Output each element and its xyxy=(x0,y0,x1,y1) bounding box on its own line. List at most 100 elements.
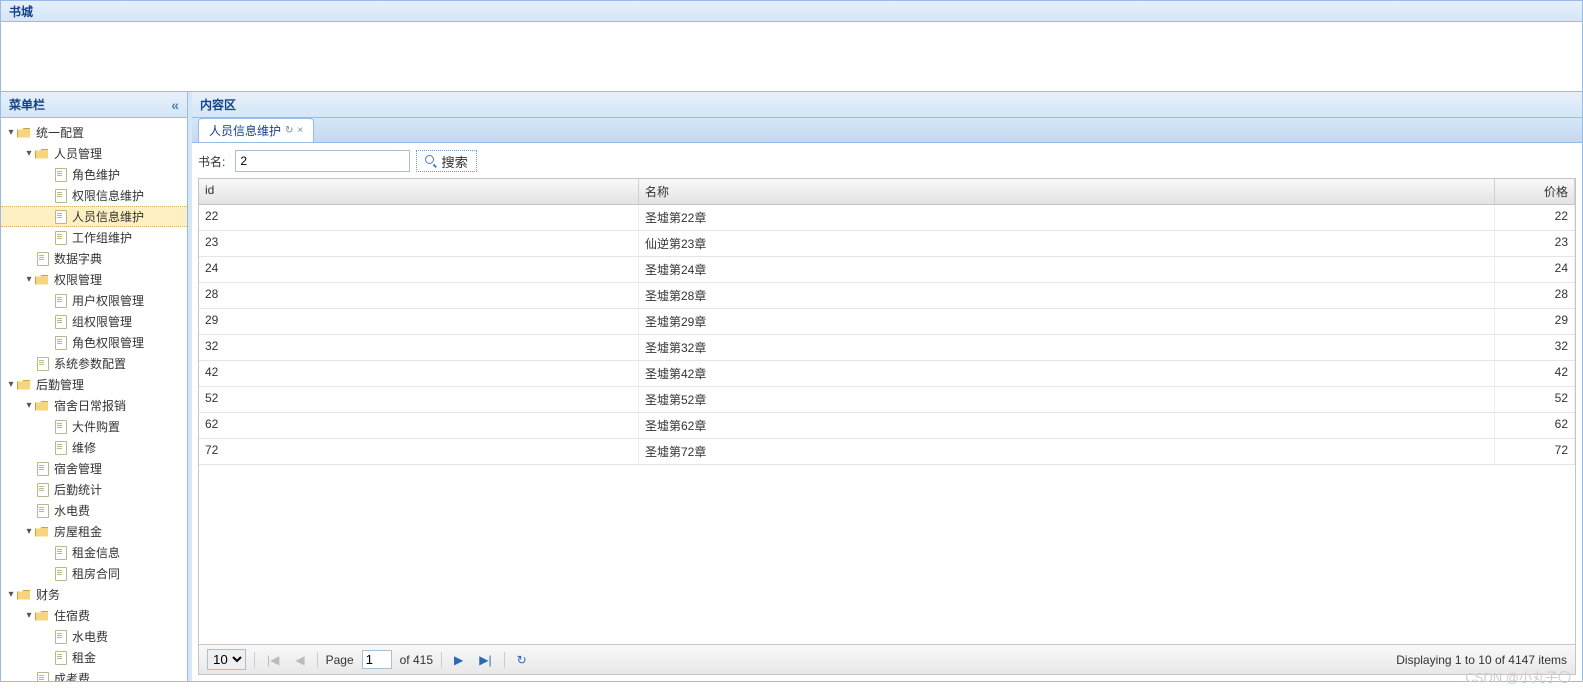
tree-node-label: 人员管理 xyxy=(54,145,102,162)
tree-node-label: 角色权限管理 xyxy=(72,334,144,351)
table-row[interactable]: 62圣墟第62章62 xyxy=(199,413,1575,439)
next-page-icon[interactable]: ▶ xyxy=(450,653,467,667)
table-cell: 29 xyxy=(1495,309,1575,334)
tree-node[interactable]: ▾ 财务 xyxy=(1,584,187,605)
page-icon xyxy=(53,315,69,329)
tree-node[interactable]: 数据字典 xyxy=(1,248,187,269)
page-icon xyxy=(53,567,69,581)
page-icon xyxy=(53,231,69,245)
tree-node-label: 权限信息维护 xyxy=(72,187,144,204)
tree-node[interactable]: ▾住宿费 xyxy=(1,605,187,626)
tree-node[interactable]: ▾后勤管理 xyxy=(1,374,187,395)
table-cell: 62 xyxy=(1495,413,1575,438)
search-icon xyxy=(425,155,437,167)
tree-node-label: 成考费 xyxy=(54,670,90,681)
tree-node[interactable]: 维修 xyxy=(1,437,187,458)
reload-icon[interactable]: ↻ xyxy=(513,653,531,667)
tree-node[interactable]: 后勤统计 xyxy=(1,479,187,500)
separator xyxy=(317,652,318,668)
tree-node[interactable]: 工作组维护 xyxy=(1,227,187,248)
table-cell: 28 xyxy=(199,283,639,308)
refresh-icon[interactable]: ↻ xyxy=(285,125,293,136)
table-cell: 23 xyxy=(199,231,639,256)
page-icon xyxy=(53,189,69,203)
table-cell: 22 xyxy=(1495,205,1575,230)
page-input[interactable] xyxy=(362,650,392,669)
tree-node-label: 水电费 xyxy=(54,502,90,519)
table-row[interactable]: 32圣墟第32章32 xyxy=(199,335,1575,361)
expand-toggle-icon[interactable]: ▾ xyxy=(23,148,35,159)
col-header-id[interactable]: id xyxy=(199,179,639,204)
expand-toggle-icon[interactable]: ▾ xyxy=(5,589,17,600)
table-row[interactable]: 42圣墟第42章42 xyxy=(199,361,1575,387)
prev-page-icon[interactable]: ◀ xyxy=(291,653,308,667)
tree-node[interactable]: 租金 xyxy=(1,647,187,668)
tree-node[interactable]: ▾权限管理 xyxy=(1,269,187,290)
tree-node[interactable]: ▾ 房屋租金 xyxy=(1,521,187,542)
expand-toggle-icon[interactable]: ▾ xyxy=(5,127,17,138)
tree-node[interactable]: 人员信息维护 xyxy=(1,206,187,227)
table-row[interactable]: 23仙逆第23章23 xyxy=(199,231,1575,257)
expand-toggle-icon[interactable]: ▾ xyxy=(23,274,35,285)
tree-node-label: 人员信息维护 xyxy=(72,208,144,225)
col-header-name[interactable]: 名称 xyxy=(639,179,1495,204)
table-cell: 32 xyxy=(199,335,639,360)
page-icon xyxy=(35,357,51,371)
tree-node-label: 维修 xyxy=(72,439,96,456)
expand-toggle-icon[interactable]: ▾ xyxy=(23,400,35,411)
table-row[interactable]: 28圣墟第28章28 xyxy=(199,283,1575,309)
tree-node-label: 租房合同 xyxy=(72,565,120,582)
tree-node[interactable]: 系统参数配置 xyxy=(1,353,187,374)
tree-node[interactable]: 租金信息 xyxy=(1,542,187,563)
expand-toggle-icon[interactable]: ▾ xyxy=(23,526,35,537)
table-row[interactable]: 72圣墟第72章72 xyxy=(199,439,1575,465)
content-body: 书名: 搜索 id 名称 价格 22圣墟第22章2223仙逆第23章2324圣墟… xyxy=(192,143,1582,681)
tree-node[interactable]: 水电费 xyxy=(1,626,187,647)
tree-node-label: 宿舍管理 xyxy=(54,460,102,477)
tree-node-label: 大件购置 xyxy=(72,418,120,435)
sidebar: 菜单栏 « ▾统一配置▾人员管理角色维护权限信息维护人员信息维护工作组维护数据字… xyxy=(1,92,188,681)
tree-node[interactable]: ▾ 人员管理 xyxy=(1,143,187,164)
collapse-left-icon[interactable]: « xyxy=(171,97,179,113)
tree-node[interactable]: 角色维护 xyxy=(1,164,187,185)
toolbar: 书名: 搜索 xyxy=(192,144,1582,178)
table-row[interactable]: 52圣墟第52章52 xyxy=(199,387,1575,413)
page-icon xyxy=(53,210,69,224)
tree-node-label: 房屋租金 xyxy=(54,523,102,540)
tree-node[interactable]: 组权限管理 xyxy=(1,311,187,332)
tree-node[interactable]: 租房合同 xyxy=(1,563,187,584)
folder-icon xyxy=(17,378,33,392)
table-row[interactable]: 24圣墟第24章24 xyxy=(199,257,1575,283)
search-input[interactable] xyxy=(235,150,410,172)
col-header-price[interactable]: 价格 xyxy=(1495,179,1575,204)
last-page-icon[interactable]: ▶| xyxy=(475,653,495,667)
expand-toggle-icon[interactable]: ▾ xyxy=(23,610,35,621)
expand-toggle-icon[interactable]: ▾ xyxy=(5,379,17,390)
tree-node[interactable]: 宿舍管理 xyxy=(1,458,187,479)
table-row[interactable]: 29圣墟第29章29 xyxy=(199,309,1575,335)
tree-node[interactable]: 角色权限管理 xyxy=(1,332,187,353)
table-cell: 仙逆第23章 xyxy=(639,231,1495,256)
page-icon xyxy=(35,672,51,682)
tree-node[interactable]: 大件购置 xyxy=(1,416,187,437)
folder-icon xyxy=(35,147,51,161)
tree-node[interactable]: ▾宿舍日常报销 xyxy=(1,395,187,416)
table-cell: 圣墟第29章 xyxy=(639,309,1495,334)
search-button[interactable]: 搜索 xyxy=(416,150,477,172)
table-cell: 圣墟第24章 xyxy=(639,257,1495,282)
tree-node[interactable]: 用户权限管理 xyxy=(1,290,187,311)
table-row[interactable]: 22圣墟第22章22 xyxy=(199,205,1575,231)
first-page-icon[interactable]: |◀ xyxy=(263,653,283,667)
table-cell: 32 xyxy=(1495,335,1575,360)
close-icon[interactable]: × xyxy=(297,125,303,136)
page-icon xyxy=(35,462,51,476)
tree-node[interactable]: 权限信息维护 xyxy=(1,185,187,206)
tree-node-label: 财务 xyxy=(36,586,60,603)
tree-node[interactable]: 水电费 xyxy=(1,500,187,521)
folder-icon xyxy=(35,399,51,413)
tab-active[interactable]: 人员信息维护 ↻ × xyxy=(198,118,314,142)
page-size-select[interactable]: 10 xyxy=(207,649,246,670)
tree-node[interactable]: ▾统一配置 xyxy=(1,122,187,143)
tree-node[interactable]: 成考费 xyxy=(1,668,187,681)
page-icon xyxy=(53,546,69,560)
